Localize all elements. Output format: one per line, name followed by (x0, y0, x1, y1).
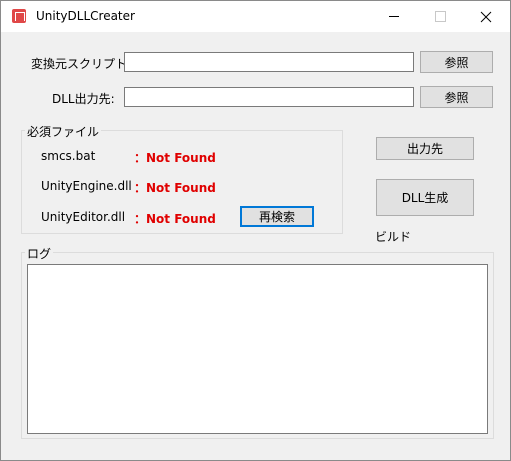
file-status-smcs: ：Not Found (134, 151, 216, 165)
dll-output-browse-button[interactable]: 参照 (420, 86, 493, 108)
source-script-label: 変換元スクリプト: (31, 57, 132, 71)
research-button[interactable]: 再検索 (240, 206, 314, 227)
source-script-input[interactable] (124, 52, 414, 72)
minimize-button[interactable] (371, 1, 417, 32)
window-title: UnityDLLCreater (36, 9, 135, 23)
file-name-unityeditor: UnityEditor.dll (41, 210, 126, 224)
close-button[interactable] (463, 1, 509, 32)
file-status-unityeditor: ：Not Found (134, 212, 216, 226)
file-name-smcs: smcs.bat (41, 149, 96, 163)
file-status-unityengine: ：Not Found (134, 181, 216, 195)
title-bar[interactable]: UnityDLLCreater (1, 1, 510, 32)
log-title: ログ (25, 245, 54, 262)
output-folder-button[interactable]: 出力先 (376, 137, 474, 160)
required-files-title: 必須ファイル (25, 123, 102, 140)
unity-app-icon (12, 9, 26, 23)
minimize-icon (389, 16, 399, 17)
maximize-button[interactable] (417, 1, 463, 32)
dll-build-button[interactable]: DLL生成 (376, 179, 474, 216)
dll-output-input[interactable] (124, 87, 414, 107)
dll-output-label: DLL出力先: (52, 92, 115, 106)
close-icon (480, 11, 492, 22)
log-textarea[interactable] (27, 264, 488, 434)
source-script-browse-button[interactable]: 参照 (420, 51, 493, 73)
main-window: UnityDLLCreater 変換元スクリプト: 参照 DLL出力先: 参照 … (0, 0, 511, 461)
build-caption: ビルド (375, 230, 412, 244)
maximize-icon (434, 11, 446, 22)
file-name-unityengine: UnityEngine.dll (41, 179, 132, 193)
